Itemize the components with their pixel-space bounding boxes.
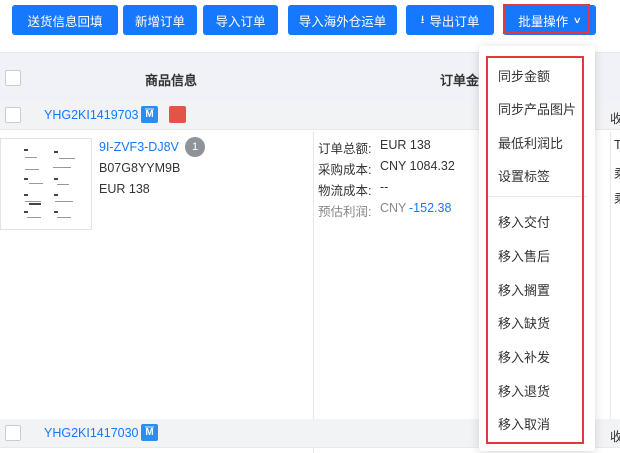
logistics-cost-label: 物流成本: — [318, 184, 372, 198]
delivery-info-backfill-button[interactable]: 送货信息回填 — [12, 5, 118, 35]
purchase-cost-value: CNY 1084.32 — [380, 159, 455, 173]
order-id-link[interactable]: YHG2KI1419703 — [44, 108, 139, 122]
column-divider — [313, 132, 314, 420]
quantity-badge: 1 — [185, 137, 205, 157]
right-partial-text: 乘 — [614, 188, 620, 207]
red-tag-icon[interactable] — [169, 106, 186, 123]
status-partial: 收 — [610, 112, 620, 126]
estimated-profit-currency: CNY — [380, 201, 407, 215]
button-label: 导入海外仓运单 — [298, 14, 387, 29]
product-info-header: 商品信息 — [145, 73, 198, 88]
order-id-link[interactable]: YHG2KI1417030 — [44, 426, 139, 440]
toolbar: 送货信息回填 新增订单 导入订单 导入海外仓运单 ⭳ 导出订单 批量操作 ∨ — [0, 0, 620, 44]
order-checkbox[interactable] — [5, 107, 21, 123]
download-icon: ⭳ — [420, 13, 425, 26]
product-asin: B07G8YYM9B — [99, 161, 181, 175]
import-overseas-waybill-button[interactable]: 导入海外仓运单 — [288, 5, 397, 35]
button-label: 导入订单 — [215, 14, 266, 29]
product-thumbnail[interactable] — [0, 138, 92, 230]
select-all-checkbox[interactable] — [5, 70, 21, 86]
order-total-value: EUR 138 — [380, 138, 431, 152]
logistics-cost-value: -- — [380, 180, 389, 194]
platform-badge-icon: M — [141, 106, 158, 123]
product-sku-link[interactable]: 9I-ZVF3-DJ8V — [99, 140, 179, 154]
column-divider — [610, 132, 611, 420]
estimated-profit-label: 预估利润: — [318, 205, 372, 219]
platform-badge-icon: M — [141, 424, 158, 441]
export-order-button[interactable]: ⭳ 导出订单 — [406, 5, 494, 35]
order-total-label: 订单总额: — [318, 142, 372, 156]
highlight-outline — [486, 56, 584, 444]
button-label: 新增订单 — [134, 14, 185, 29]
purchase-cost-label: 采购成本: — [318, 163, 372, 177]
right-partial-text: 乘 — [614, 163, 620, 182]
add-order-button[interactable]: 新增订单 — [123, 5, 197, 35]
button-label: 导出订单 — [429, 14, 480, 29]
status-partial: 收 — [610, 430, 620, 444]
product-price: EUR 138 — [99, 182, 150, 196]
column-divider — [313, 448, 314, 453]
right-partial-text: T — [614, 138, 620, 152]
button-label: 送货信息回填 — [27, 14, 103, 29]
estimated-profit-value: -152.38 — [409, 201, 452, 215]
import-order-button[interactable]: 导入订单 — [203, 5, 278, 35]
order-checkbox[interactable] — [5, 425, 21, 441]
highlight-outline — [503, 4, 590, 34]
